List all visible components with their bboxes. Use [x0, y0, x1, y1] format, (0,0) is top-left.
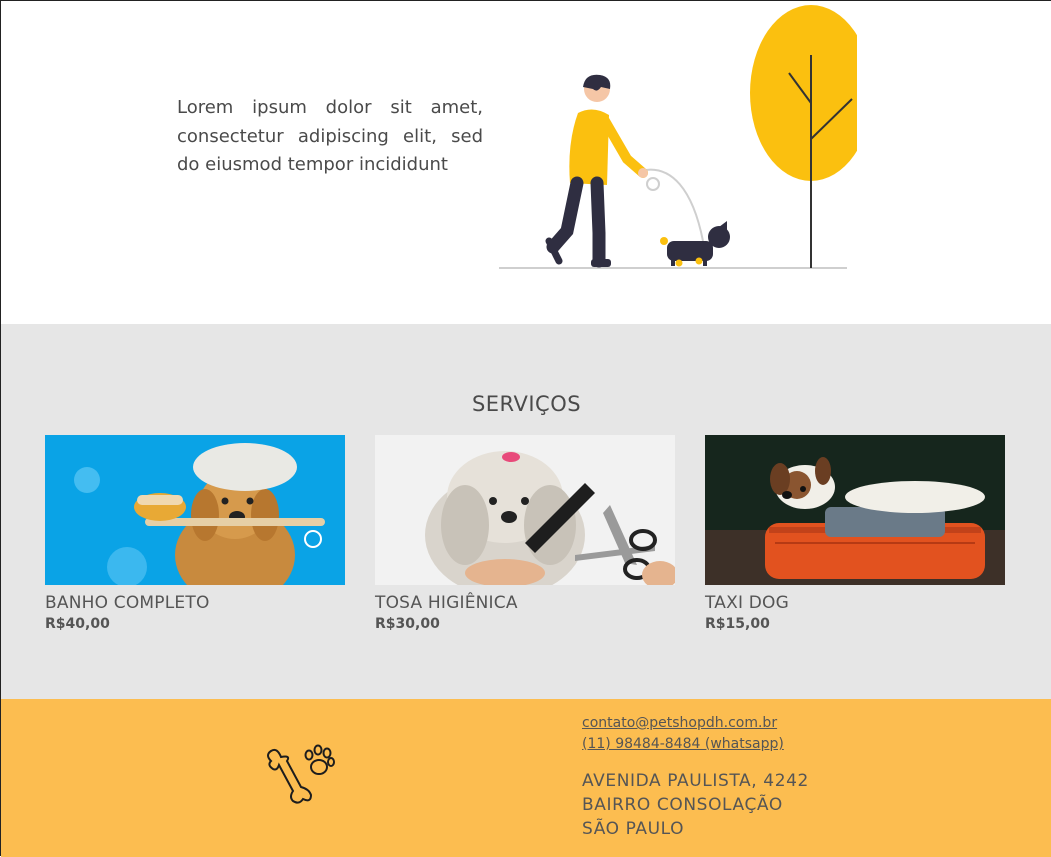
hero-section: Lorem ipsum dolor sit amet, consectetur … [1, 1, 1051, 324]
dog-grooming-photo [375, 435, 675, 585]
service-name: TOSA HIGIÊNICA [375, 593, 518, 613]
service-card-banho[interactable]: BANHO COMPLETO R$40,00 [45, 435, 345, 632]
service-name: BANHO COMPLETO [45, 593, 210, 613]
service-card-tosa[interactable]: TOSA HIGIÊNICA R$30,00 [375, 435, 675, 632]
email-link[interactable]: contato@petshopdh.com.br [582, 715, 777, 731]
service-price: R$15,00 [705, 616, 770, 632]
phone-link[interactable]: (11) 98484-8484 (whatsapp) [582, 736, 784, 752]
service-card-taxi[interactable]: TAXI DOG R$15,00 [705, 435, 1005, 632]
service-price: R$40,00 [45, 616, 110, 632]
address-neighborhood: BAIRRO CONSOLAÇÃO [582, 795, 783, 815]
service-price: R$30,00 [375, 616, 440, 632]
hero-text: Lorem ipsum dolor sit amet, consectetur … [177, 97, 483, 175]
dog-bath-photo [45, 435, 345, 585]
address-city: SÃO PAULO [582, 819, 685, 839]
bone-and-paw-icon [267, 744, 335, 804]
person-walking-dog-illustration [499, 5, 857, 269]
service-name: TAXI DOG [705, 593, 790, 613]
services-title: SERVIÇOS [471, 392, 582, 416]
dog-on-suitcase-photo [705, 435, 1005, 585]
address-street: AVENIDA PAULISTA, 4242 [582, 771, 809, 791]
footer: contato@petshopdh.com.br (11) 98484-8484… [1, 699, 1051, 857]
services-section: SERVIÇOS BANHO COMPLETO R$40,00 TOSA HIG… [1, 324, 1051, 699]
